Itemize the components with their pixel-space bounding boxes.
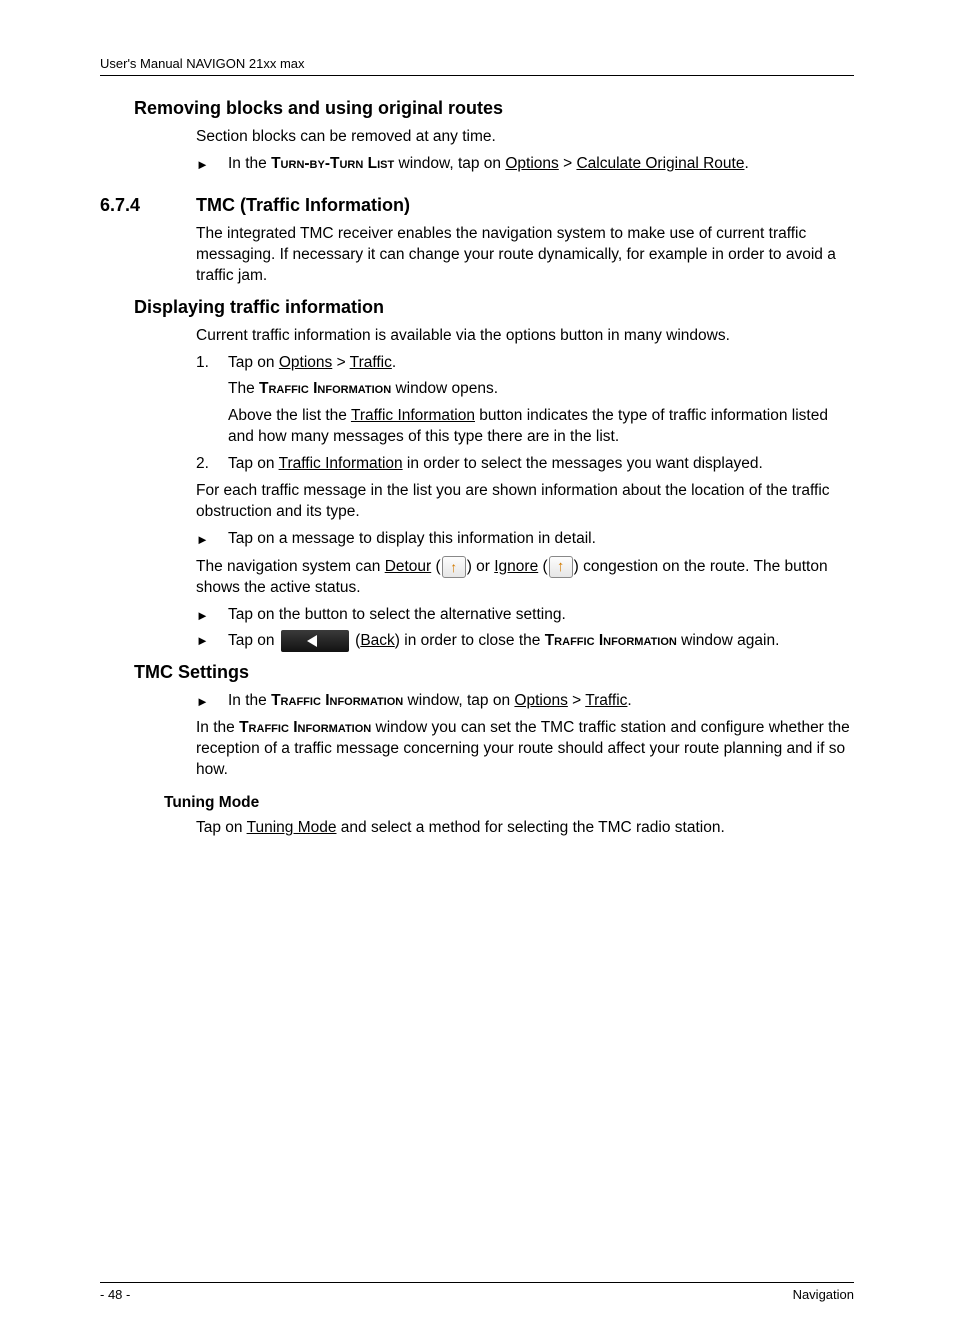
arrow-marker-icon: ► — [196, 529, 228, 550]
paragraph: In the Traffic Information window you ca… — [196, 718, 854, 781]
text: Tap on the button to select the alternat… — [228, 605, 854, 626]
text: ) in order to close the — [395, 632, 545, 649]
text: ( — [538, 558, 547, 575]
text: . — [627, 692, 631, 709]
window-name: Turn-by-Turn List — [271, 155, 394, 172]
text: Tap on — [228, 455, 279, 472]
text: In the — [196, 719, 239, 736]
heading-displaying-traffic: Displaying traffic information — [134, 297, 854, 318]
numbered-item: 1. Tap on Options > Traffic. — [196, 353, 854, 374]
bullet-item: ► Tap on (Back) in order to close the Tr… — [196, 630, 854, 652]
text: Tap on — [228, 632, 279, 649]
text: ( — [431, 558, 440, 575]
text: Tap on — [196, 819, 247, 836]
page-number: - 48 - — [100, 1287, 130, 1302]
bullet-item: ► Tap on a message to display this infor… — [196, 529, 854, 550]
text: window opens. — [391, 380, 498, 397]
arrow-marker-icon: ► — [196, 630, 228, 652]
text: The navigation system can — [196, 558, 385, 575]
text: window, tap on — [394, 155, 505, 172]
running-header: User's Manual NAVIGON 21xx max — [100, 56, 854, 71]
text: Tap on — [228, 354, 279, 371]
paragraph: Above the list the Traffic Information b… — [228, 406, 854, 448]
heading-tmc-settings: TMC Settings — [134, 662, 854, 683]
link-detour[interactable]: Detour — [385, 558, 432, 575]
section-heading-row: 6.7.4 TMC (Traffic Information) — [100, 195, 854, 216]
text: In the — [228, 155, 271, 172]
link-traffic-information[interactable]: Traffic Information — [279, 455, 403, 472]
arrow-marker-icon: ► — [196, 154, 228, 175]
text: Tap on a message to display this informa… — [228, 529, 854, 550]
text: . — [744, 155, 748, 172]
text: in order to select the messages you want… — [403, 455, 763, 472]
paragraph: Current traffic information is available… — [196, 326, 854, 347]
arrow-marker-icon: ► — [196, 691, 228, 712]
list-number: 2. — [196, 454, 228, 475]
text: window, tap on — [403, 692, 514, 709]
page-footer: - 48 - Navigation — [100, 1282, 854, 1302]
paragraph: The navigation system can Detour ( ) or I… — [196, 556, 854, 599]
window-name: Traffic Information — [271, 692, 403, 709]
heading-tuning-mode: Tuning Mode — [164, 794, 854, 812]
text: In the — [228, 692, 271, 709]
text: and select a method for selecting the TM… — [336, 819, 724, 836]
ignore-icon: ↑ — [549, 556, 573, 578]
text: > — [332, 354, 349, 371]
text: > — [559, 155, 577, 172]
text: Above the list the — [228, 407, 351, 424]
link-tuning-mode[interactable]: Tuning Mode — [247, 819, 337, 836]
text: ) or — [467, 558, 495, 575]
link-options[interactable]: Options — [279, 354, 332, 371]
bullet-item: ► In the Turn-by-Turn List window, tap o… — [196, 154, 854, 175]
footer-rule — [100, 1282, 854, 1283]
link-ignore[interactable]: Ignore — [494, 558, 538, 575]
bullet-item: ► In the Traffic Information window, tap… — [196, 691, 854, 712]
paragraph: The Traffic Information window opens. — [228, 379, 854, 400]
heading-removing-blocks: Removing blocks and using original route… — [134, 98, 854, 119]
text: The — [228, 380, 259, 397]
link-traffic[interactable]: Traffic — [350, 354, 392, 371]
window-name: Traffic Information — [545, 632, 677, 649]
footer-section-label: Navigation — [793, 1287, 854, 1302]
link-traffic[interactable]: Traffic — [585, 692, 627, 709]
link-calculate-original-route[interactable]: Calculate Original Route — [576, 155, 744, 172]
text: ( — [351, 632, 360, 649]
paragraph: Section blocks can be removed at any tim… — [196, 127, 854, 148]
link-options[interactable]: Options — [505, 155, 558, 172]
numbered-item: 2. Tap on Traffic Information in order t… — [196, 454, 854, 475]
back-button-icon[interactable] — [281, 630, 349, 652]
list-number: 1. — [196, 353, 228, 374]
paragraph: Tap on Tuning Mode and select a method f… — [196, 818, 854, 839]
arrow-marker-icon: ► — [196, 605, 228, 626]
window-name: Traffic Information — [239, 719, 371, 736]
detour-icon — [442, 556, 466, 578]
section-number: 6.7.4 — [100, 195, 196, 216]
bullet-item: ► Tap on the button to select the altern… — [196, 605, 854, 626]
section-title: TMC (Traffic Information) — [196, 195, 410, 216]
header-rule — [100, 75, 854, 76]
paragraph: The integrated TMC receiver enables the … — [196, 224, 854, 287]
text: > — [568, 692, 585, 709]
text: . — [392, 354, 396, 371]
link-options[interactable]: Options — [514, 692, 567, 709]
paragraph: For each traffic message in the list you… — [196, 481, 854, 523]
window-name: Traffic Information — [259, 380, 391, 397]
link-traffic-information[interactable]: Traffic Information — [351, 407, 475, 424]
text: window again. — [677, 632, 780, 649]
link-back[interactable]: Back — [360, 632, 394, 649]
